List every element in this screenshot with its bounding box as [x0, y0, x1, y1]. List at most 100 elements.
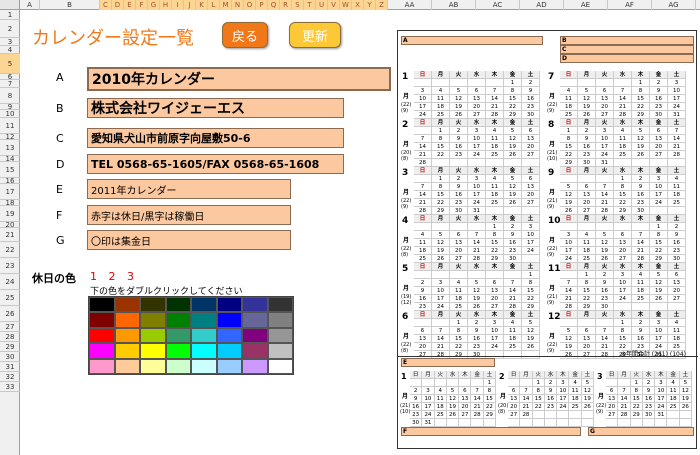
column-header-r[interactable]: R	[280, 0, 292, 10]
color-swatch[interactable]	[165, 312, 191, 328]
color-swatch[interactable]	[89, 312, 115, 328]
row-header-24[interactable]: 24	[0, 274, 20, 290]
column-header-g[interactable]: G	[148, 0, 160, 10]
color-swatch[interactable]	[89, 343, 115, 359]
color-swatch[interactable]	[140, 312, 166, 328]
column-header-ab[interactable]: AB	[432, 0, 476, 10]
column-header-l[interactable]: L	[208, 0, 220, 10]
row-header-10[interactable]: 10	[0, 110, 20, 118]
color-swatch[interactable]	[216, 358, 242, 374]
column-header-z[interactable]: Z	[376, 0, 388, 10]
field-value-a[interactable]: 2010年カレンダー	[87, 67, 391, 91]
column-header-m[interactable]: M	[220, 0, 232, 10]
row-header-32[interactable]: 32	[0, 372, 20, 382]
color-swatch[interactable]	[165, 343, 191, 359]
column-header-e[interactable]: E	[124, 0, 136, 10]
column-header-h[interactable]: H	[160, 0, 172, 10]
column-header-d[interactable]: D	[112, 0, 124, 10]
row-header-29[interactable]: 29	[0, 342, 20, 352]
field-value-d[interactable]: TEL 0568-65-1605/FAX 0568-65-1608	[87, 154, 344, 174]
field-value-b[interactable]: 株式会社ワイジェーエス	[87, 98, 344, 118]
update-button[interactable]: 更新	[289, 22, 341, 48]
color-swatch[interactable]	[140, 297, 166, 313]
color-swatch[interactable]	[114, 358, 140, 374]
column-header-b[interactable]: B	[40, 0, 100, 10]
color-swatch[interactable]	[191, 297, 217, 313]
column-header-ae[interactable]: AE	[564, 0, 608, 10]
column-header-w[interactable]: W	[340, 0, 352, 10]
color-swatch[interactable]	[89, 327, 115, 344]
row-header-28[interactable]: 28	[0, 332, 20, 342]
column-header-a[interactable]: A	[20, 0, 40, 10]
column-header-af[interactable]: AF	[608, 0, 652, 10]
column-header-x[interactable]: X	[352, 0, 364, 10]
color-swatch[interactable]	[140, 358, 166, 374]
row-header-31[interactable]: 31	[0, 362, 20, 372]
color-swatch[interactable]	[242, 343, 268, 359]
color-swatch[interactable]	[114, 343, 140, 359]
column-header-q[interactable]: Q	[268, 0, 280, 10]
color-swatch[interactable]	[267, 297, 293, 313]
color-swatch[interactable]	[140, 327, 166, 344]
color-swatch[interactable]	[267, 343, 293, 359]
color-swatch[interactable]	[114, 297, 140, 313]
row-header-7[interactable]: 7	[0, 80, 20, 88]
row-header-4[interactable]: 4	[0, 46, 20, 54]
color-swatch[interactable]	[165, 358, 191, 374]
field-value-c[interactable]: 愛知県犬山市前原字向屋敷50-6	[87, 128, 344, 148]
row-header-5[interactable]: 5	[0, 54, 20, 74]
color-swatch[interactable]	[191, 327, 217, 344]
color-swatch[interactable]	[242, 358, 268, 374]
row-header-2[interactable]: 2	[0, 20, 20, 38]
column-header-o[interactable]: O	[244, 0, 256, 10]
row-header-25[interactable]: 25	[0, 290, 20, 306]
column-header-c[interactable]: C	[100, 0, 112, 10]
color-swatch[interactable]	[216, 297, 242, 313]
color-swatch[interactable]	[267, 327, 293, 344]
row-header-27[interactable]: 27	[0, 322, 20, 332]
column-header-y[interactable]: Y	[364, 0, 376, 10]
color-swatch[interactable]	[165, 297, 191, 313]
color-swatch[interactable]	[191, 312, 217, 328]
color-swatch[interactable]	[114, 312, 140, 328]
back-button[interactable]: 戻る	[222, 22, 268, 48]
color-swatch[interactable]	[242, 297, 268, 313]
column-header-ag[interactable]: AG	[652, 0, 696, 10]
row-header-30[interactable]: 30	[0, 352, 20, 362]
field-value-f[interactable]: 赤字は休日/黒字は稼働日	[87, 205, 291, 225]
color-swatch[interactable]	[191, 358, 217, 374]
field-value-e[interactable]: 2011年カレンダー	[87, 179, 291, 199]
color-swatch[interactable]	[216, 327, 242, 344]
row-header-22[interactable]: 22	[0, 242, 20, 258]
column-header-aa[interactable]: AA	[388, 0, 432, 10]
field-value-g[interactable]: 〇印は集金日	[87, 230, 291, 250]
column-header-f[interactable]: F	[136, 0, 148, 10]
color-swatch[interactable]	[267, 312, 293, 328]
column-header-j[interactable]: J	[184, 0, 196, 10]
row-header-33[interactable]: 33	[0, 382, 20, 392]
column-header-s[interactable]: S	[292, 0, 304, 10]
color-swatch[interactable]	[216, 343, 242, 359]
column-header-p[interactable]: P	[256, 0, 268, 10]
color-swatch[interactable]	[216, 312, 242, 328]
color-swatch[interactable]	[191, 343, 217, 359]
column-header-i[interactable]: I	[172, 0, 184, 10]
color-swatch[interactable]	[114, 327, 140, 344]
column-header-ac[interactable]: AC	[476, 0, 520, 10]
select-all-corner[interactable]	[0, 0, 20, 10]
column-header-k[interactable]: K	[196, 0, 208, 10]
color-swatch[interactable]	[242, 327, 268, 344]
color-swatch[interactable]	[89, 297, 115, 313]
row-header-23[interactable]: 23	[0, 258, 20, 274]
column-header-t[interactable]: T	[304, 0, 316, 10]
row-header-26[interactable]: 26	[0, 306, 20, 322]
column-header-u[interactable]: U	[316, 0, 328, 10]
color-swatch[interactable]	[165, 327, 191, 344]
color-swatch[interactable]	[242, 312, 268, 328]
color-swatch[interactable]	[267, 358, 293, 374]
color-swatch[interactable]	[89, 358, 115, 374]
color-swatch[interactable]	[140, 343, 166, 359]
column-header-v[interactable]: V	[328, 0, 340, 10]
column-header-ad[interactable]: AD	[520, 0, 564, 10]
row-header-21[interactable]: 21	[0, 228, 20, 242]
